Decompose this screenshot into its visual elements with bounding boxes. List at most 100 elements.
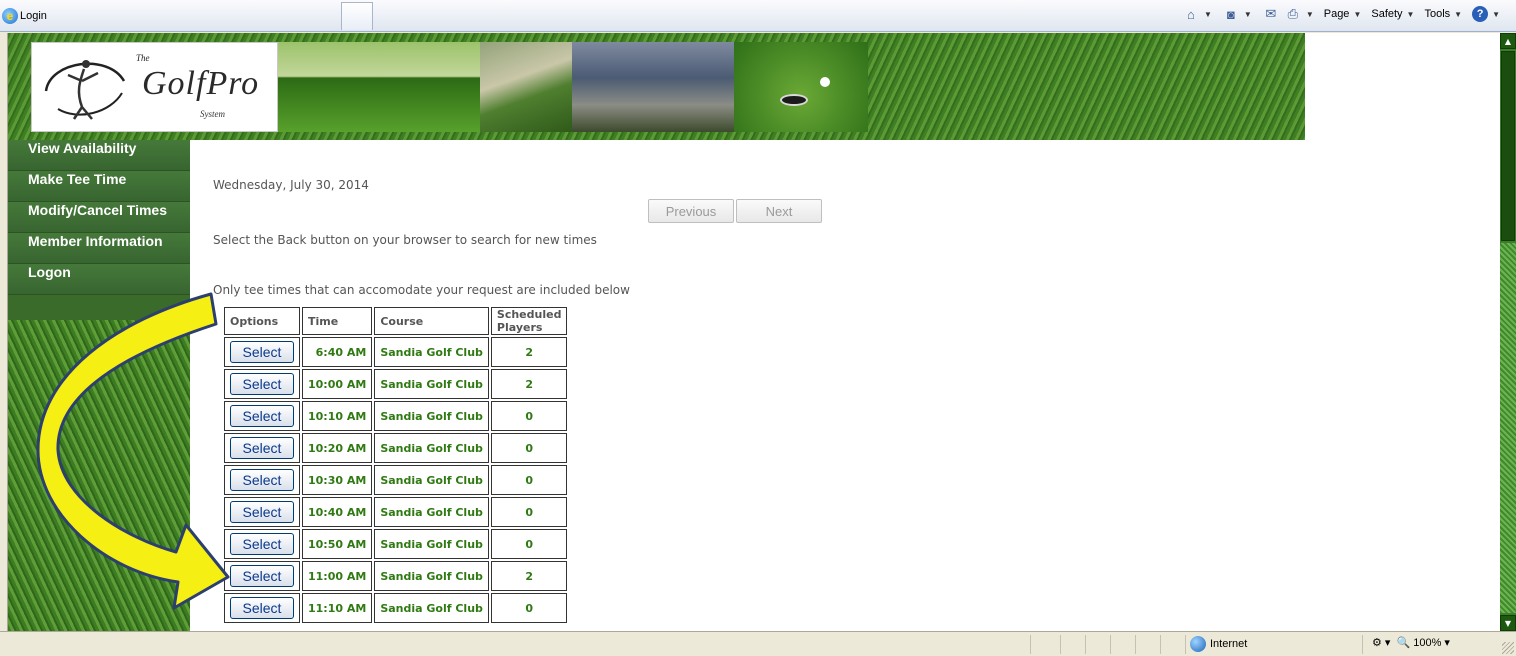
table-row: Select 10:10 AM Sandia Golf Club 0 [224,401,568,431]
time-cell: 11:00 AM [302,561,373,591]
help-dropdown-icon[interactable]: ▼ [1492,10,1500,19]
time-cell: 11:10 AM [302,593,373,623]
header-photo-fairway [278,42,480,132]
select-button[interactable]: Select [230,437,294,459]
select-button[interactable]: Select [230,597,294,619]
scroll-down-icon[interactable]: ▼ [1500,615,1516,631]
golfpro-logo[interactable]: The GolfPro System [31,42,278,132]
feeds-icon[interactable]: ◙ [1222,6,1240,22]
print-dropdown-icon[interactable]: ▼ [1306,10,1314,19]
players-cell: 2 [490,561,568,591]
nav-make-tee-time[interactable]: Make Tee Time [8,171,190,202]
nav-member-information[interactable]: Member Information [8,233,190,264]
table-row: Select 11:00 AM Sandia Golf Club 2 [224,561,568,591]
time-cell: 10:00 AM [302,369,373,399]
page-menu[interactable]: Page [1324,8,1350,20]
zone-label: Internet [1210,638,1248,650]
next-button[interactable]: Next [736,199,822,223]
status-cell [1160,635,1161,654]
previous-button[interactable]: Previous [648,199,734,223]
options-cell: Select [224,337,300,367]
players-cell: 0 [490,529,568,559]
nav-view-availability[interactable]: View Availability [8,140,190,171]
tools-menu[interactable]: Tools [1424,8,1450,20]
players-cell: 0 [490,401,568,431]
tab-title: Login [20,10,47,22]
back-instruction: Select the Back button on your browser t… [213,233,597,247]
time-cell: 10:40 AM [302,497,373,527]
page-viewport: The GolfPro System View Availability Mak… [8,33,1500,631]
help-icon[interactable]: ? [1472,6,1489,22]
options-cell: Select [224,369,300,399]
safety-menu[interactable]: Safety [1371,8,1402,20]
course-cell: Sandia Golf Club [374,593,489,623]
status-cell [1135,635,1136,654]
window-left-border [0,33,8,631]
toolbar-buttons: ⌂ ▼ ◙ ▼ ✉ ⎙ ▼ Page ▼ Safety ▼ Tools ▼ ? ▼ [1182,6,1506,22]
safety-dropdown-icon[interactable]: ▼ [1407,10,1415,19]
resize-grip-icon[interactable] [1502,642,1514,654]
options-cell: Select [224,401,300,431]
column-header-options: Options [224,307,300,335]
scrollbar-thumb[interactable] [1501,51,1515,241]
options-cell: Select [224,465,300,495]
table-row: Select 6:40 AM Sandia Golf Club 2 [224,337,568,367]
options-cell: Select [224,529,300,559]
site-header: The GolfPro System [8,33,1305,140]
course-cell: Sandia Golf Club [374,497,489,527]
tools-dropdown-icon[interactable]: ▼ [1454,10,1462,19]
table-row: Select 10:40 AM Sandia Golf Club 0 [224,497,568,527]
options-cell: Select [224,433,300,463]
table-row: Select 10:00 AM Sandia Golf Club 2 [224,369,568,399]
status-right: ⚙ ▾ 🔍 100% ▾ [1372,636,1450,649]
page-dropdown-icon[interactable]: ▼ [1353,10,1361,19]
protected-mode-icon[interactable]: ⚙ ▾ [1372,636,1390,649]
players-cell: 0 [490,497,568,527]
globe-icon [1190,636,1206,652]
table-header-row: Options Time Course Scheduled Players [224,307,568,335]
status-cell [1060,635,1061,654]
nav-modify-cancel-times[interactable]: Modify/Cancel Times [8,202,190,233]
time-cell: 6:40 AM [302,337,373,367]
zoom-label: 100% [1413,637,1442,649]
feeds-dropdown-icon[interactable]: ▼ [1244,10,1252,19]
select-button[interactable]: Select [230,565,294,587]
options-cell: Select [224,497,300,527]
logo-name-text: GolfPro [142,65,260,102]
column-header-scheduled-players: Scheduled Players [490,307,568,335]
select-button[interactable]: Select [230,469,294,491]
table-row: Select 10:20 AM Sandia Golf Club 0 [224,433,568,463]
security-zone[interactable]: Internet [1190,636,1247,652]
home-icon[interactable]: ⌂ [1182,6,1200,22]
logo-the-text: The [136,53,150,63]
new-tab-button[interactable] [341,2,373,30]
mail-icon[interactable]: ✉ [1262,6,1280,22]
course-cell: Sandia Golf Club [374,529,489,559]
print-icon[interactable]: ⎙ [1284,6,1302,22]
status-cell [1110,635,1111,654]
sidebar: View Availability Make Tee Time Modify/C… [8,140,190,631]
golf-hole-image [780,94,808,106]
players-cell: 2 [490,337,568,367]
select-button[interactable]: Select [230,533,294,555]
time-cell: 10:50 AM [302,529,373,559]
browser-tab[interactable]: e Login [0,2,340,30]
table-row: Select 10:30 AM Sandia Golf Club 0 [224,465,568,495]
scrollbar-track[interactable] [1500,243,1516,613]
select-button[interactable]: Select [230,373,294,395]
table-row: Select 11:10 AM Sandia Golf Club 0 [224,593,568,623]
options-cell: Select [224,561,300,591]
zoom-level[interactable]: 🔍 100% ▾ [1396,636,1449,649]
table-row: Select 10:50 AM Sandia Golf Club 0 [224,529,568,559]
home-dropdown-icon[interactable]: ▼ [1204,10,1212,19]
select-button[interactable]: Select [230,501,294,523]
nav-logon[interactable]: Logon [8,264,190,295]
select-button[interactable]: Select [230,405,294,427]
header-photo-hole [734,42,868,132]
vertical-scrollbar[interactable]: ▲ ▼ [1500,33,1516,631]
players-cell: 0 [490,433,568,463]
select-button[interactable]: Select [230,341,294,363]
scroll-up-icon[interactable]: ▲ [1500,33,1516,49]
selected-date: Wednesday, July 30, 2014 [213,178,369,192]
results-note: Only tee times that can accomodate your … [213,283,630,297]
